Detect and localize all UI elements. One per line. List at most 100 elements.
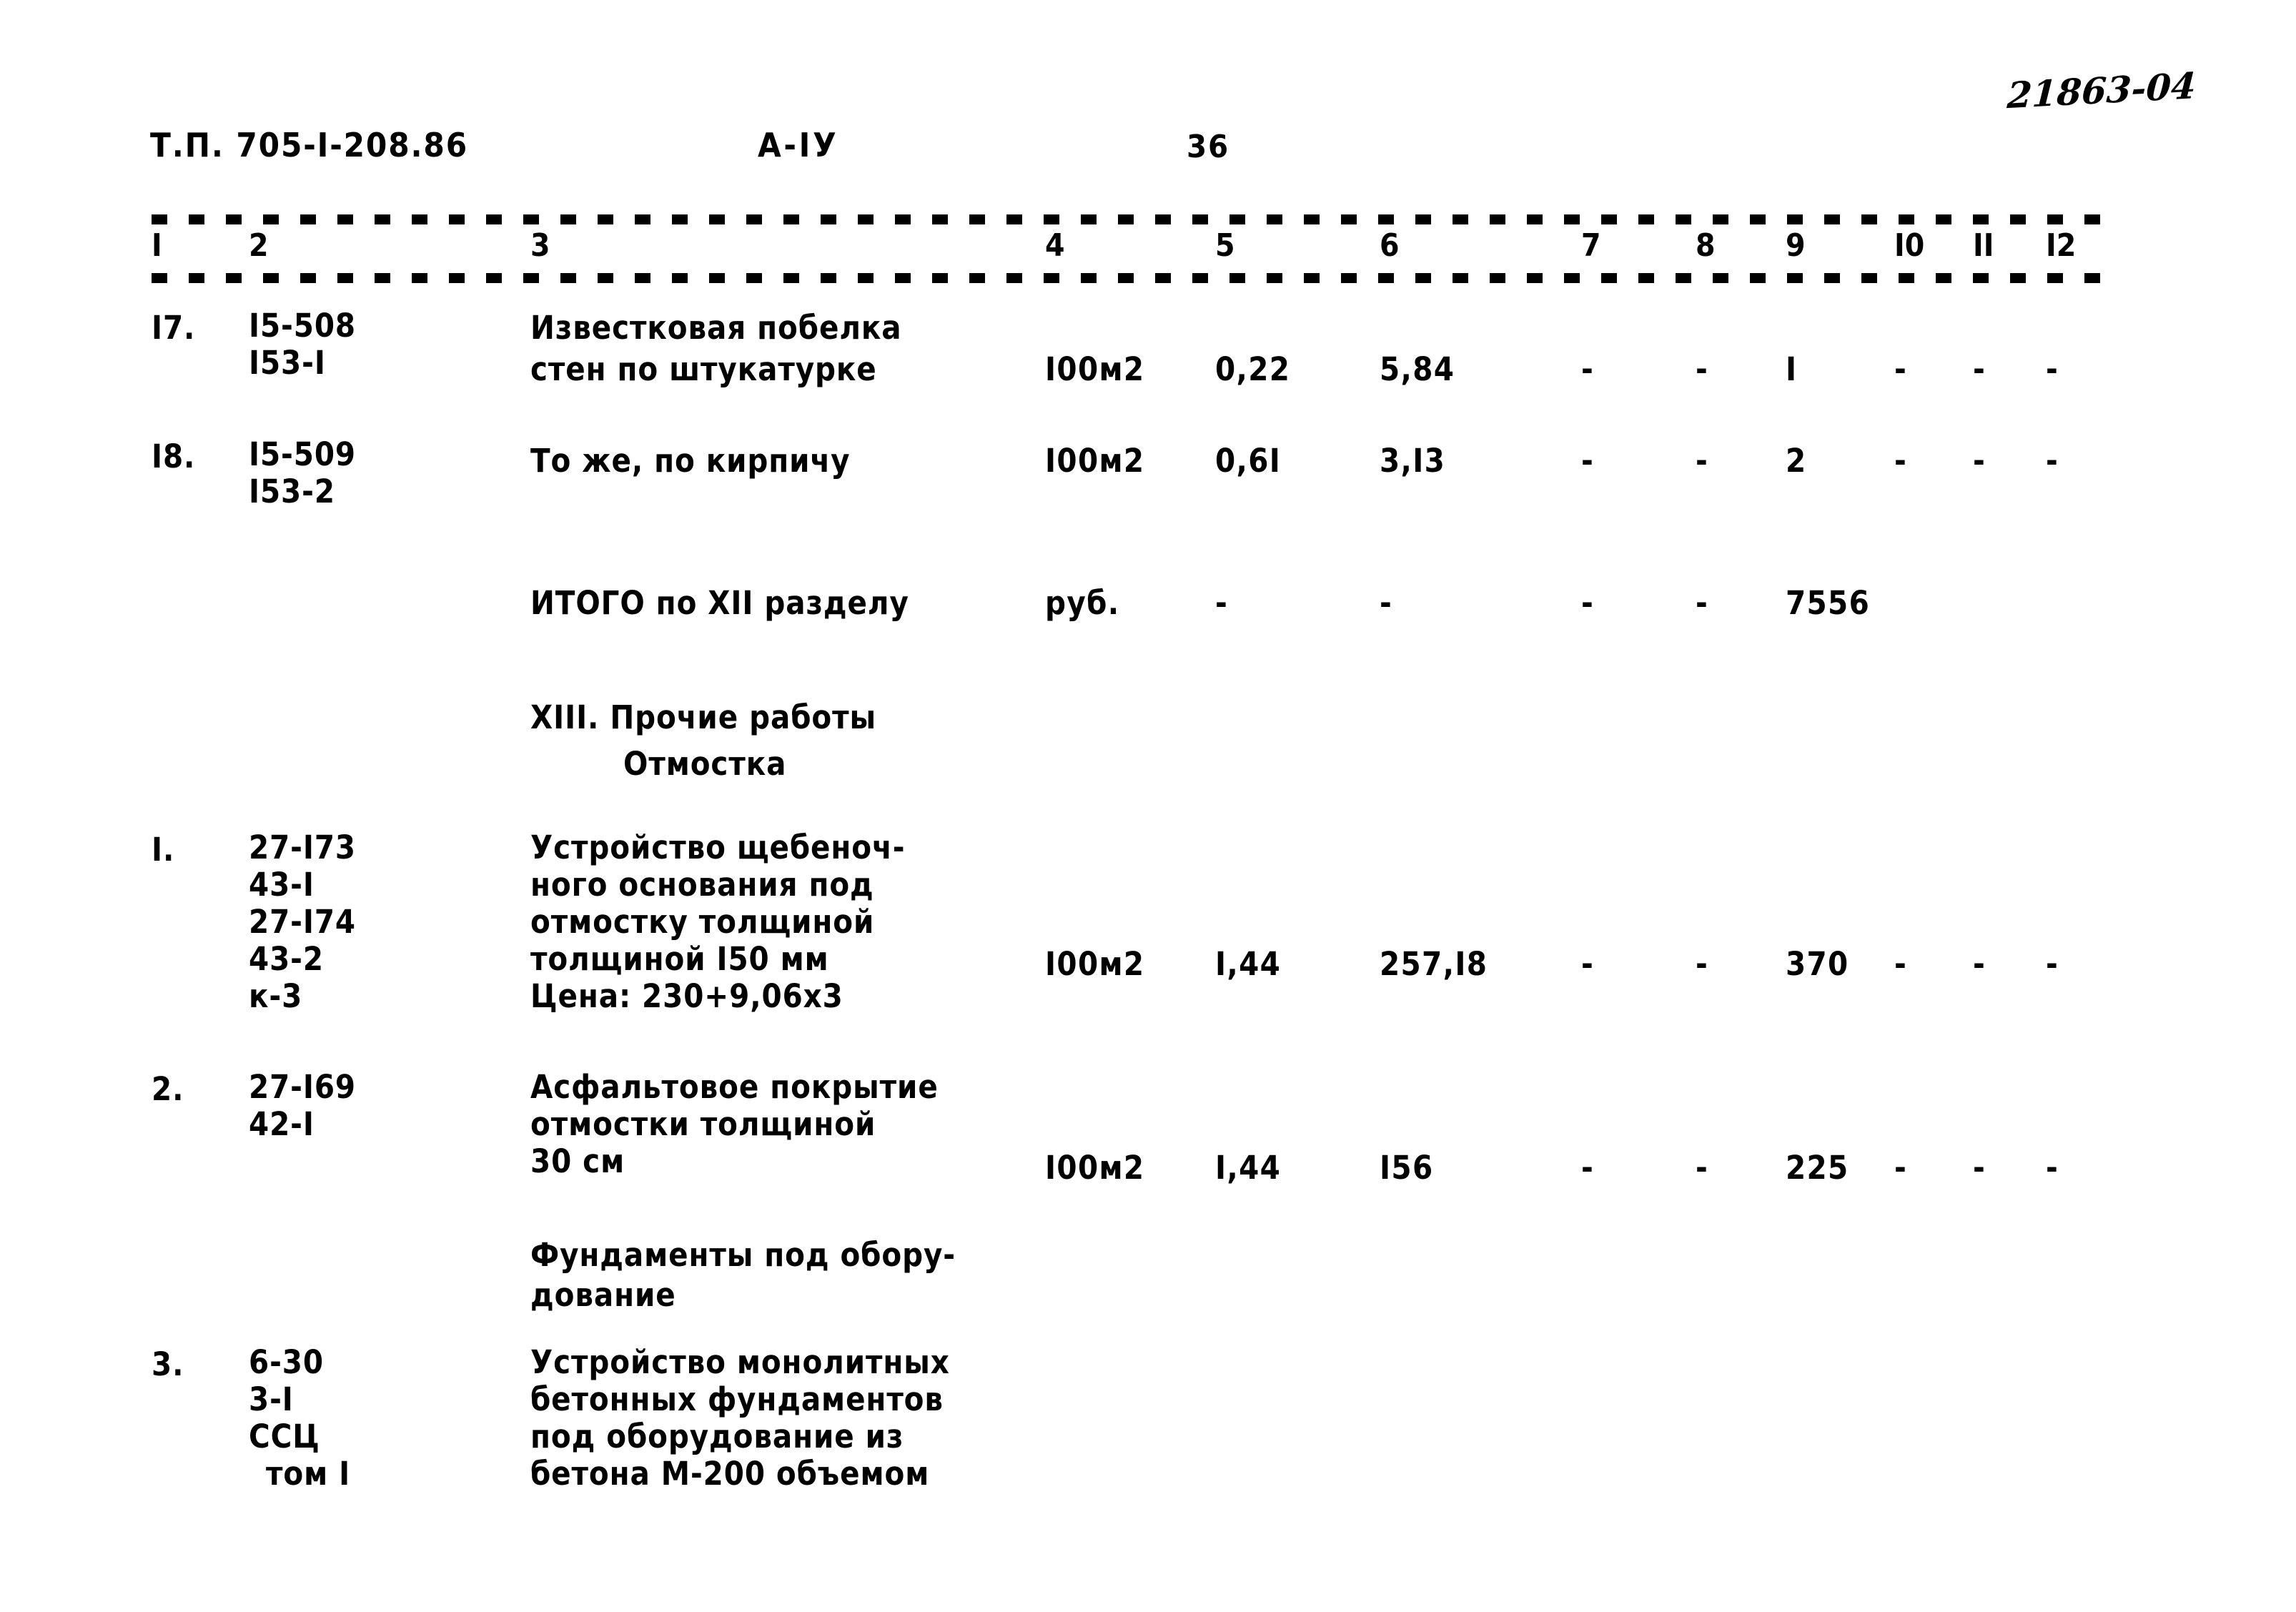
value-col-7: -	[1581, 584, 1594, 622]
value-col-9: 225	[1786, 1149, 1849, 1187]
value-col-7: -	[1581, 945, 1594, 983]
column-header-8: 8	[1696, 227, 1716, 264]
value-col-10: -	[1894, 1149, 1907, 1187]
norm-code-line-2: I53-I	[249, 344, 326, 382]
value-col-12: -	[2046, 945, 2059, 983]
description-line-3: отмостку толщиной	[530, 903, 875, 941]
row-number: I7.	[152, 309, 196, 347]
value-col-5: I,44	[1215, 945, 1282, 983]
value-col-7: -	[1581, 442, 1594, 480]
description-line-4: бетона М-200 объемом	[530, 1455, 930, 1493]
norm-code-line-1: 27-I69	[249, 1068, 357, 1106]
column-header-1: I	[152, 227, 162, 264]
description-line-1: Известковая побелка	[530, 309, 902, 347]
value-col-8: -	[1696, 350, 1708, 388]
value-col-5: 0,6I	[1215, 442, 1282, 480]
archive-number-handwritten: 21863-04	[2006, 64, 2197, 117]
value-col-10: -	[1894, 350, 1907, 388]
value-col-6: 3,I3	[1380, 442, 1446, 480]
norm-code-line-1: 27-I73	[249, 829, 357, 866]
norm-code-line-4: том I	[266, 1455, 351, 1493]
value-col-10: -	[1894, 442, 1907, 480]
description-line-2: стен по штукатурке	[530, 350, 877, 388]
description-line-4: толщиной I50 мм	[530, 940, 829, 978]
value-col-9: 370	[1786, 945, 1849, 983]
column-header-3: 3	[530, 227, 550, 264]
subsection-heading-foundations-line-1: Фундаменты под обору-	[530, 1236, 956, 1274]
column-header-10: I0	[1894, 227, 1925, 264]
page-number: 36	[1187, 129, 1230, 165]
description-line-3: 30 см	[530, 1142, 625, 1180]
subsection-heading-foundations-line-2: дование	[530, 1276, 676, 1314]
norm-code-line-1: 6-30	[249, 1343, 324, 1381]
description-line-1: Устройство монолитных	[530, 1343, 950, 1381]
document-code: Т.П. 705-I-208.86	[150, 126, 468, 164]
norm-code-line-1: I5-509	[249, 435, 357, 473]
value-col-12: -	[2046, 350, 2059, 388]
value-col-7: -	[1581, 1149, 1594, 1187]
norm-code-line-5: к-3	[249, 977, 303, 1015]
description-line-1: То же, по кирпичу	[530, 442, 851, 480]
norm-code-line-3: ССЦ	[249, 1418, 320, 1455]
unit-cell: I00м2	[1045, 1149, 1145, 1187]
norm-code-line-2: 3-I	[249, 1380, 294, 1418]
value-col-8: -	[1696, 1149, 1708, 1187]
unit-cell: I00м2	[1045, 945, 1145, 983]
value-col-5: 0,22	[1215, 350, 1291, 388]
value-col-12: -	[2046, 1149, 2059, 1187]
value-col-11: -	[1973, 1149, 1986, 1187]
value-col-11: -	[1973, 442, 1986, 480]
column-header-11: II	[1973, 227, 1994, 264]
value-col-11: -	[1973, 350, 1986, 388]
album-code: А-IУ	[758, 126, 839, 164]
value-col-10: -	[1894, 945, 1907, 983]
column-header-4: 4	[1045, 227, 1065, 264]
description-line-1: Устройство щебеноч-	[530, 829, 906, 866]
table-top-dashed-rule	[152, 214, 2121, 224]
description-line-2: бетонных фундаментов	[530, 1380, 944, 1418]
value-col-8: -	[1696, 584, 1708, 622]
value-col-8: -	[1696, 442, 1708, 480]
value-col-6: I56	[1380, 1149, 1434, 1187]
value-col-5: -	[1215, 584, 1228, 622]
column-header-12: I2	[2046, 227, 2077, 264]
value-col-8: -	[1696, 945, 1708, 983]
row-number: 2.	[152, 1070, 184, 1108]
unit-cell: руб.	[1045, 584, 1120, 622]
description-line-1: Асфальтовое покрытие	[530, 1068, 939, 1106]
description-line-2: отмостки толщиной	[530, 1105, 876, 1143]
value-col-5: I,44	[1215, 1149, 1282, 1187]
value-col-7: -	[1581, 350, 1594, 388]
column-header-5: 5	[1215, 227, 1235, 264]
unit-cell: I00м2	[1045, 350, 1145, 388]
row-number: I8.	[152, 437, 196, 475]
row-number: 3.	[152, 1345, 184, 1383]
norm-code-line-2: I53-2	[249, 473, 335, 510]
column-header-9: 9	[1786, 227, 1806, 264]
norm-code-line-4: 43-2	[249, 940, 324, 978]
subsection-heading-otmostka: Отмостка	[623, 745, 787, 783]
norm-code-line-3: 27-I74	[249, 903, 357, 941]
section-heading-13: XIII. Прочие работы	[530, 698, 877, 736]
row-number: I.	[152, 831, 175, 869]
column-header-6: 6	[1380, 227, 1400, 264]
description-line-2: ного основания под	[530, 866, 874, 904]
value-col-9: 2	[1786, 442, 1807, 480]
value-col-6: 5,84	[1380, 350, 1455, 388]
value-col-9: I	[1786, 350, 1798, 388]
column-header-7: 7	[1581, 227, 1601, 264]
value-col-6: 257,I8	[1380, 945, 1488, 983]
value-col-9: 7556	[1786, 584, 1871, 622]
norm-code-line-1: I5-508	[249, 307, 357, 345]
value-col-12: -	[2046, 442, 2059, 480]
description-line-3: под оборудование из	[530, 1418, 904, 1455]
unit-cell: I00м2	[1045, 442, 1145, 480]
norm-code-line-2: 42-I	[249, 1105, 315, 1143]
norm-code-line-2: 43-I	[249, 866, 315, 904]
description-line-5: Цена: 230+9,06х3	[530, 977, 843, 1015]
scanned-document-page: 21863-04 Т.П. 705-I-208.86 А-IУ 36 I 2 3…	[0, 0, 2296, 1612]
column-header-2: 2	[249, 227, 269, 264]
value-col-11: -	[1973, 945, 1986, 983]
total-label: ИТОГО по XII разделу	[530, 584, 909, 622]
value-col-6: -	[1380, 584, 1392, 622]
